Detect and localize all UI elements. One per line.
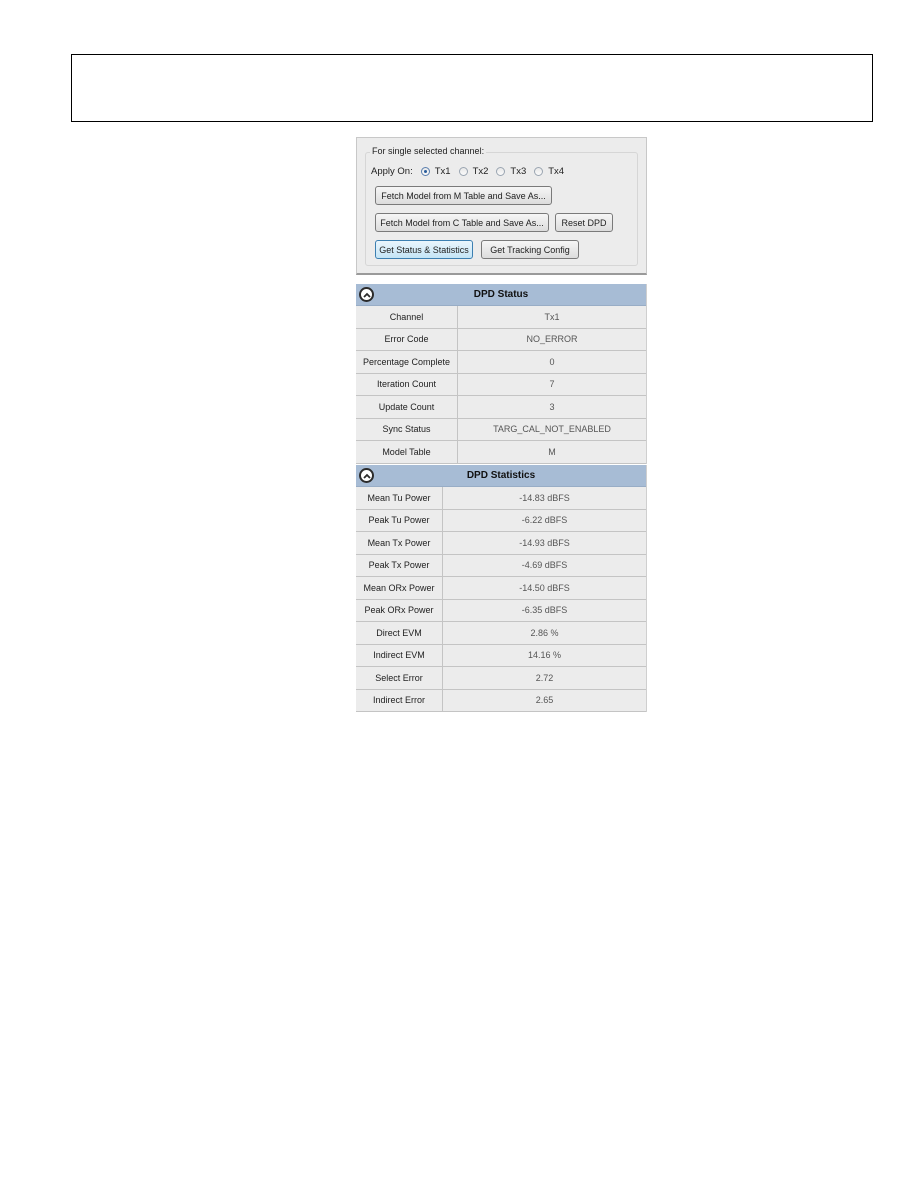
table-row: Peak Tu Power -6.22 dBFS: [356, 509, 646, 532]
table-row: Error Code NO_ERROR: [356, 328, 646, 351]
collapse-up-icon[interactable]: [359, 287, 374, 302]
table-row: Mean Tx Power -14.93 dBFS: [356, 532, 646, 555]
radio-unchecked-icon[interactable]: [534, 167, 544, 176]
dpd-status-table: Channel Tx1 Error Code NO_ERROR Percentage C…: [356, 306, 646, 464]
reset-dpd-button[interactable]: Reset DPD: [555, 213, 613, 232]
row-label: Mean ORx Power: [356, 577, 443, 599]
table-row: Peak ORx Power -6.35 dBFS: [356, 599, 646, 622]
dpd-status-title: DPD Status: [473, 289, 529, 300]
row-label: Mean Tx Power: [356, 532, 443, 554]
apply-on-label: Apply On:: [371, 166, 413, 177]
table-row: Sync Status TARG_CAL_NOT_ENABLED: [356, 418, 646, 441]
row-value: -4.69 dBFS: [521, 560, 568, 571]
table-row: Mean Tu Power -14.83 dBFS: [356, 487, 646, 510]
row-value: 3: [549, 401, 555, 412]
row-value: 14.16 %: [527, 650, 562, 661]
radio-label: Tx1: [434, 166, 451, 177]
row-label: Update Count: [356, 396, 458, 418]
row-value: M: [548, 446, 556, 457]
row-value: 2.86 %: [530, 627, 559, 638]
table-row: Iteration Count 7: [356, 373, 646, 396]
fetch-model-c-table-button[interactable]: Fetch Model from C Table and Save As...: [375, 213, 549, 232]
collapse-up-icon[interactable]: [359, 468, 374, 483]
table-row: Peak Tx Power -4.69 dBFS: [356, 554, 646, 577]
radio-label: Tx3: [510, 166, 527, 177]
radio-tx1[interactable]: Tx1: [420, 166, 451, 177]
row-label: Iteration Count: [356, 373, 458, 395]
radio-unchecked-icon[interactable]: [496, 167, 506, 176]
row-value: -6.22 dBFS: [521, 515, 568, 526]
group-label: For single selected channel:: [370, 146, 487, 156]
row-label: Indirect EVM: [356, 644, 443, 666]
dpd-statistics-section: DPD Statistics Mean Tu Power -14.83 dBFS P…: [356, 465, 647, 712]
row-value: 2.72: [535, 672, 554, 683]
channel-actions-panel: For single selected channel: Apply On: T…: [356, 137, 647, 275]
dpd-status-section: DPD Status Channel Tx1 Error Code NO_ERROR P…: [356, 284, 647, 464]
single-channel-group: For single selected channel: Apply On: T…: [365, 146, 638, 266]
row-value: 0: [549, 356, 555, 367]
row-value: -14.83 dBFS: [519, 492, 570, 503]
dpd-status-header[interactable]: DPD Status: [356, 284, 646, 306]
row-label: Model Table: [356, 441, 458, 463]
table-row: Select Error 2.72: [356, 667, 646, 690]
row-value: 2.65: [535, 695, 554, 706]
radio-checked-icon[interactable]: [420, 167, 430, 176]
dpd-statistics-header[interactable]: DPD Statistics: [356, 465, 646, 487]
table-row: Indirect Error 2.65: [356, 689, 646, 712]
row-label: Peak Tx Power: [356, 554, 443, 576]
row-value: TARG_CAL_NOT_ENABLED: [493, 424, 611, 435]
row-label: Peak ORx Power: [356, 599, 443, 621]
apply-on-row: Apply On: Tx1 Tx2 Tx3 Tx4: [371, 166, 572, 177]
table-row: Direct EVM 2.86 %: [356, 622, 646, 645]
radio-label: Tx2: [472, 166, 489, 177]
row-value: -14.93 dBFS: [519, 537, 570, 548]
row-label: Select Error: [356, 667, 443, 689]
fetch-model-m-table-button[interactable]: Fetch Model from M Table and Save As...: [375, 186, 552, 205]
row-label: Error Code: [356, 328, 458, 350]
table-row: Indirect EVM 14.16 %: [356, 644, 646, 667]
row-label: Indirect Error: [356, 689, 443, 711]
radio-tx4[interactable]: Tx4: [534, 166, 564, 177]
table-row: Update Count 3: [356, 396, 646, 419]
page-header-box: [71, 54, 873, 122]
radio-tx3[interactable]: Tx3: [496, 166, 526, 177]
row-label: Mean Tu Power: [356, 487, 443, 509]
row-label: Sync Status: [356, 418, 458, 440]
row-label: Channel: [356, 306, 458, 328]
table-row: Channel Tx1: [356, 306, 646, 329]
row-value: Tx1: [544, 311, 560, 322]
dpd-statistics-table: Mean Tu Power -14.83 dBFS Peak Tu Power -6.…: [356, 487, 646, 712]
table-row: Mean ORx Power -14.50 dBFS: [356, 577, 646, 600]
row-value: -14.50 dBFS: [519, 582, 570, 593]
row-value: 7: [549, 379, 555, 390]
row-label: Direct EVM: [356, 622, 443, 644]
row-value: NO_ERROR: [526, 334, 578, 345]
get-tracking-config-button[interactable]: Get Tracking Config: [481, 240, 579, 259]
radio-unchecked-icon[interactable]: [458, 167, 468, 176]
radio-label: Tx4: [548, 166, 565, 177]
dpd-statistics-title: DPD Statistics: [466, 470, 536, 481]
get-status-statistics-button[interactable]: Get Status & Statistics: [375, 240, 473, 259]
row-label: Peak Tu Power: [356, 509, 443, 531]
row-label: Percentage Complete: [356, 351, 458, 373]
table-row: Model Table M: [356, 441, 646, 464]
radio-tx2[interactable]: Tx2: [458, 166, 489, 177]
table-row: Percentage Complete 0: [356, 351, 646, 374]
row-value: -6.35 dBFS: [521, 605, 568, 616]
